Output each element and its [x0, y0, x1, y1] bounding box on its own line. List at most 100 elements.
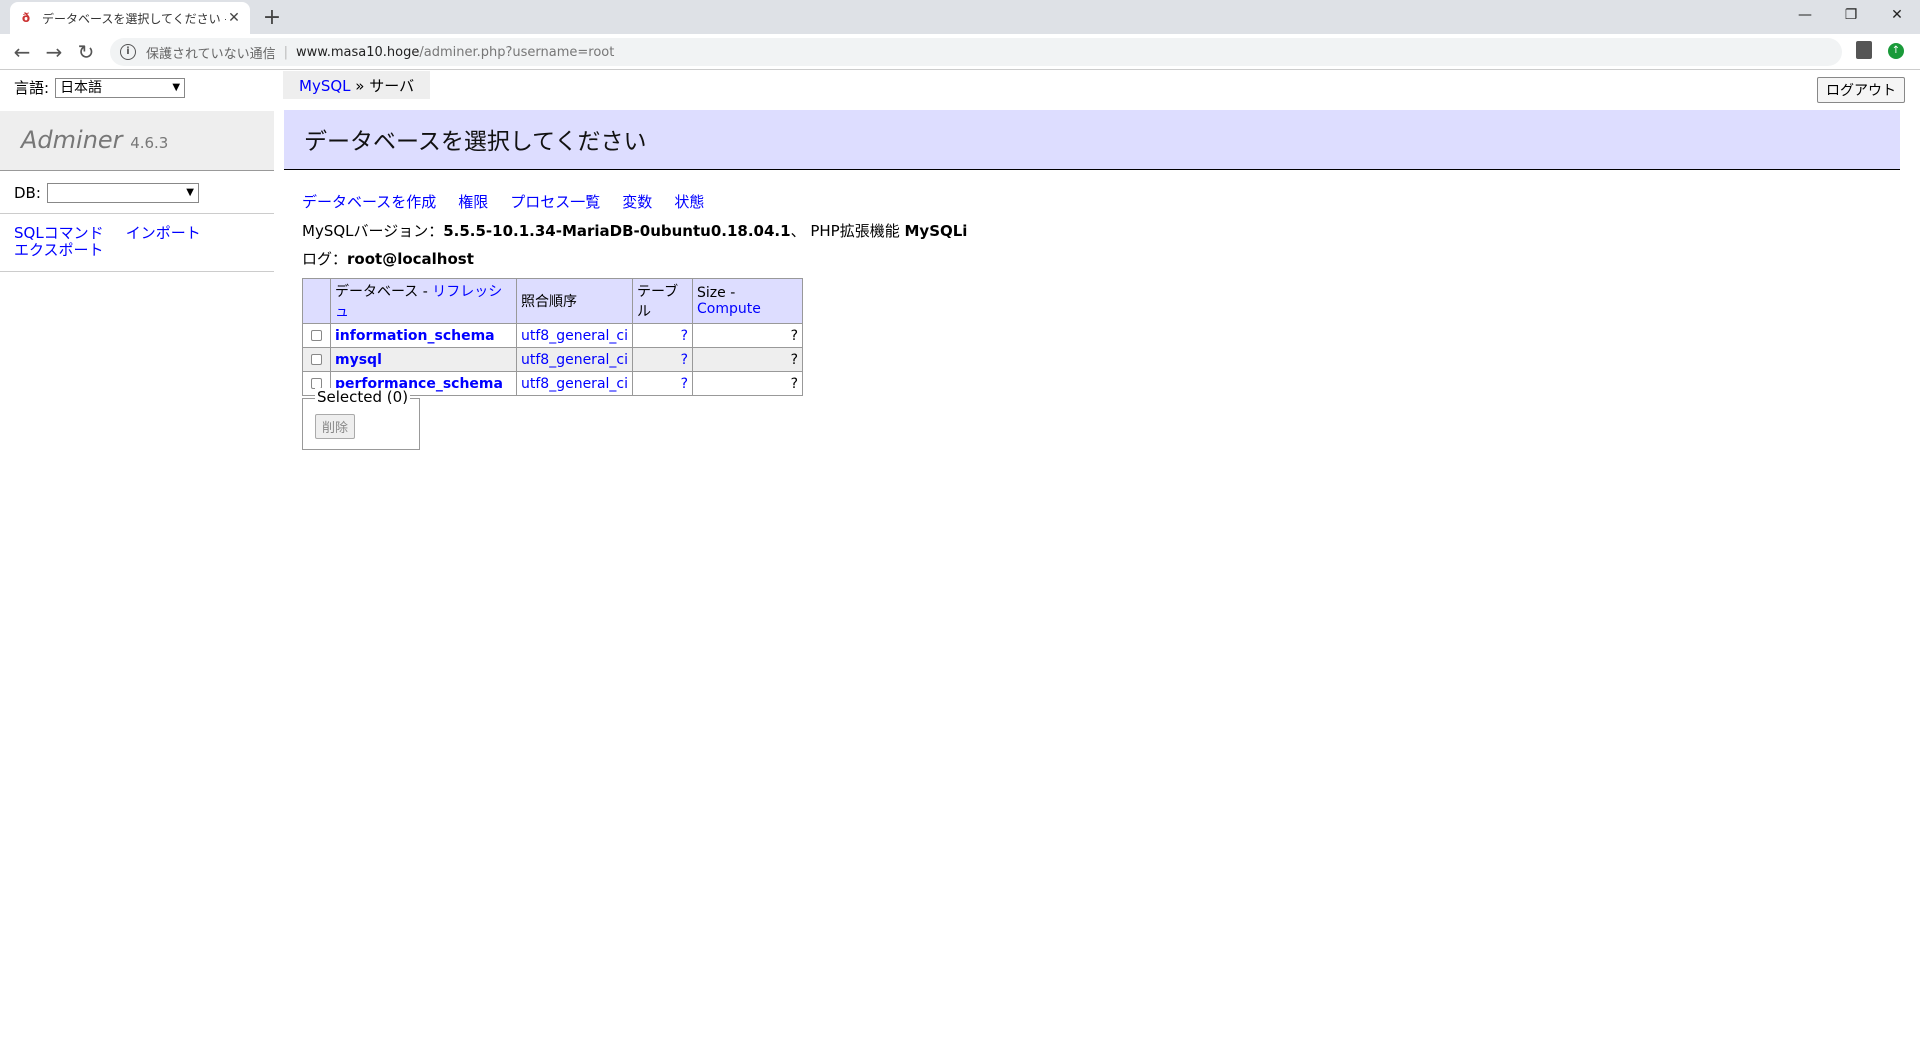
adminer-favicon-icon: ð [21, 11, 31, 25]
collation-cell: utf8_general_ci [516, 347, 633, 372]
browser-toolbar: ← → ↻ i 保護されていない通信 | www.masa10.hoge/adm… [0, 34, 1920, 70]
language-label: 言語: [14, 79, 50, 97]
table-row: mysql utf8_general_ci ? ? [302, 347, 803, 372]
database-header-label: データベース [335, 284, 419, 300]
clipboard-extension-icon[interactable] [1856, 41, 1872, 59]
collation-cell: utf8_general_ci [516, 323, 633, 348]
url-host: www.masa10.hoge [296, 44, 420, 60]
action-links: データベースを作成 権限 プロセス一覧 変数 状態 [302, 191, 726, 212]
size-header-label: Size [697, 285, 726, 301]
sidebar-divider [0, 213, 274, 214]
create-database-link[interactable]: データベースを作成 [302, 193, 436, 211]
tables-link[interactable]: ? [681, 328, 688, 344]
info-icon[interactable]: i [120, 44, 136, 60]
database-name-cell: information_schema [330, 323, 517, 348]
collation-link[interactable]: utf8_general_ci [521, 352, 628, 368]
tables-link[interactable]: ? [681, 376, 688, 392]
status-link[interactable]: 状態 [674, 193, 704, 211]
tables-link[interactable]: ? [681, 352, 688, 368]
tables-cell: ? [632, 371, 693, 396]
language-row: 言語: 日本語 ▼ [14, 77, 186, 98]
breadcrumb-mysql-link[interactable]: MySQL [299, 77, 351, 95]
row-checkbox[interactable] [311, 354, 322, 365]
table-row: information_schema utf8_general_ci ? ? [302, 323, 803, 348]
size-cell: ? [692, 347, 803, 372]
size-header: Size - Compute [692, 278, 803, 324]
adminer-logo[interactable]: Adminer 4.6.3 [21, 126, 168, 154]
back-arrow-icon[interactable]: ← [8, 38, 36, 66]
restore-icon[interactable]: ❐ [1828, 0, 1874, 30]
tables-cell: ? [632, 347, 693, 372]
browser-tab-bar: ð データベースを選択してください - Adminer ✕ + — ❐ ✕ [0, 0, 1920, 34]
minimize-icon[interactable]: — [1782, 0, 1828, 30]
login-value: root@localhost [347, 250, 474, 268]
database-table: データベース - リフレッシュ 照合順序 テーブル Size - Compute… [302, 278, 803, 396]
variables-link[interactable]: 変数 [622, 193, 652, 211]
adminer-page: 言語: 日本語 ▼ Adminer 4.6.3 DB: ▼ SQLコマンド インポ… [0, 71, 1920, 1050]
extension-label: 、 PHP拡張機能 [790, 222, 900, 240]
selected-fieldset: Selected (0) 削除 [302, 388, 420, 450]
logout-button[interactable]: ログアウト [1817, 77, 1905, 103]
breadcrumb-current: サーバ [369, 77, 415, 95]
tab-title: データベースを選択してください - Adminer [42, 11, 226, 26]
db-label: DB: [14, 184, 41, 202]
page-title: データベースを選択してください [304, 129, 647, 155]
collation-cell: utf8_general_ci [516, 371, 633, 396]
close-window-icon[interactable]: ✕ [1874, 0, 1920, 30]
language-select[interactable]: 日本語 ▼ [55, 77, 186, 98]
db-select[interactable]: ▼ [46, 183, 199, 203]
selected-legend: Selected (0) [315, 388, 411, 406]
database-link[interactable]: information_schema [335, 328, 495, 344]
address-bar[interactable]: i 保護されていない通信 | www.masa10.hoge/adminer.p… [110, 38, 1842, 66]
chevron-down-icon: ▼ [186, 187, 194, 198]
version-value: 5.5.5-10.1.34-MariaDB-0ubuntu0.18.04.1 [443, 222, 791, 240]
version-label: MySQLバージョン： [302, 222, 444, 240]
language-select-value: 日本語 [60, 79, 103, 96]
table-header-row: データベース - リフレッシュ 照合順序 テーブル Size - Compute [302, 278, 803, 324]
sidebar-divider [0, 271, 274, 272]
version-text: 4.6.3 [130, 134, 169, 152]
security-label: 保護されていない通信 [146, 46, 276, 62]
collation-header: 照合順序 [516, 278, 633, 324]
logo-box: Adminer 4.6.3 [0, 111, 274, 171]
tables-header: テーブル [632, 278, 693, 324]
login-label: ログ： [302, 250, 348, 268]
database-name-cell: mysql [330, 347, 517, 372]
collation-link[interactable]: utf8_general_ci [521, 328, 628, 344]
compute-link[interactable]: Compute [697, 301, 761, 317]
privileges-link[interactable]: 権限 [458, 193, 488, 211]
row-checkbox-cell [302, 323, 331, 348]
url-path: /adminer.php?username=root [419, 44, 615, 60]
tables-cell: ? [632, 323, 693, 348]
reload-icon[interactable]: ↻ [72, 38, 100, 66]
size-cell: ? [692, 371, 803, 396]
login-info: ログ：root@localhost [302, 248, 474, 269]
database-header: データベース - リフレッシュ [330, 278, 517, 324]
sidebar-links: SQLコマンド インポート エクスポート [14, 225, 264, 259]
size-cell: ? [692, 323, 803, 348]
db-row: DB: ▼ [14, 183, 199, 203]
forward-arrow-icon[interactable]: → [40, 38, 68, 66]
process-list-link[interactable]: プロセス一覧 [510, 193, 600, 211]
new-tab-button[interactable]: + [258, 4, 286, 32]
delete-button[interactable]: 削除 [315, 414, 356, 439]
sql-command-link[interactable]: SQLコマンド [14, 225, 104, 242]
version-info: MySQLバージョン：5.5.5-10.1.34-MariaDB-0ubuntu… [302, 220, 967, 241]
row-checkbox-cell [302, 347, 331, 372]
tab-close-icon[interactable]: ✕ [226, 10, 242, 26]
chevron-down-icon: ▼ [172, 81, 181, 93]
import-link[interactable]: インポート [126, 225, 201, 242]
breadcrumb-separator: » [355, 77, 365, 95]
collation-link[interactable]: utf8_general_ci [521, 376, 628, 392]
logo-text: Adminer [21, 126, 123, 154]
update-extension-icon[interactable]: ↑ [1888, 43, 1904, 59]
page-header: データベースを選択してください [284, 110, 1900, 170]
address-separator: | [283, 44, 289, 60]
extension-value: MySQLi [904, 222, 968, 240]
breadcrumb: MySQL » サーバ [283, 71, 431, 99]
row-checkbox[interactable] [311, 330, 322, 341]
database-link[interactable]: mysql [335, 352, 382, 368]
browser-tab[interactable]: ð データベースを選択してください - Adminer ✕ [10, 2, 250, 34]
export-link[interactable]: エクスポート [14, 242, 104, 259]
select-all-cell [302, 278, 331, 324]
